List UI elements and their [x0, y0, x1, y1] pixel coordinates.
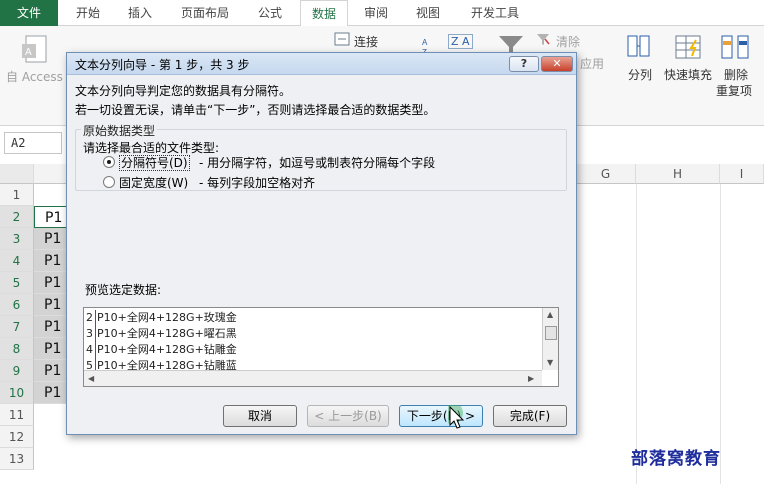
row-header[interactable]: 5: [0, 272, 34, 294]
preview-vertical-scrollbar[interactable]: ▲ ▼: [542, 308, 558, 370]
row-header[interactable]: 6: [0, 294, 34, 316]
column-header-h[interactable]: H: [636, 164, 720, 184]
svg-text:A: A: [422, 38, 428, 47]
preview-label: 预览选定数据:: [85, 283, 162, 297]
scroll-down-icon[interactable]: ▼: [547, 358, 553, 367]
preview-row: 4 P10+全网4+128G+钻雕金: [86, 342, 237, 358]
connections-label[interactable]: 连接: [354, 33, 378, 50]
mouse-cursor-icon: [448, 405, 465, 429]
row-header[interactable]: 8: [0, 338, 34, 360]
scroll-left-icon[interactable]: ◀: [88, 374, 94, 383]
text-to-columns-label[interactable]: 分列: [628, 66, 652, 83]
reapply-label[interactable]: 应用: [580, 55, 604, 72]
remove-duplicates-label-1[interactable]: 删除: [724, 66, 748, 83]
fixed-width-label[interactable]: 固定宽度(W): [119, 174, 188, 191]
back-button[interactable]: < 上一步(B): [307, 405, 389, 427]
delimited-radio[interactable]: [103, 156, 115, 168]
tab-data[interactable]: 数据: [300, 0, 348, 27]
text-to-columns-icon[interactable]: [626, 32, 656, 62]
select-all-corner[interactable]: [0, 164, 34, 184]
dialog-title-bar[interactable]: 文本分列向导 - 第 1 步，共 3 步 ? ✕: [67, 53, 576, 75]
intro-line-2: 若一切设置无误，请单击“下一步”，否则请选择最合适的数据类型。: [75, 103, 436, 117]
fixed-width-description: - 每列字段加空格对齐: [199, 176, 316, 190]
flash-fill-icon[interactable]: [674, 32, 704, 62]
sort-button-label[interactable]: Z A: [448, 34, 473, 49]
close-button[interactable]: ✕: [541, 56, 573, 72]
gridline: [720, 184, 721, 484]
preview-horizontal-scrollbar[interactable]: ◀ ▶: [84, 370, 542, 386]
column-header-i[interactable]: I: [720, 164, 764, 184]
from-access-label[interactable]: 自 Access: [6, 68, 63, 85]
preview-row: 2 P10+全网4+128G+玫瑰金: [86, 310, 237, 326]
ribbon-tab-bar: 文件 开始 插入 页面布局 公式 数据 审阅 视图 开发工具: [0, 0, 764, 27]
finish-button[interactable]: 完成(F): [493, 405, 567, 427]
scroll-thumb[interactable]: [545, 326, 557, 340]
intro-line-1: 文本分列向导判定您的数据具有分隔符。: [75, 84, 292, 98]
tab-home[interactable]: 开始: [66, 0, 110, 26]
row-header[interactable]: 11: [0, 404, 34, 426]
tab-developer[interactable]: 开发工具: [460, 0, 530, 26]
row-header[interactable]: 1: [0, 184, 34, 206]
delimited-label: 分隔符号(D): [119, 155, 190, 171]
name-box[interactable]: A2: [4, 132, 62, 154]
row-header[interactable]: 10: [0, 382, 34, 404]
scroll-right-icon[interactable]: ▶: [528, 374, 534, 383]
gridline: [636, 184, 637, 484]
tab-page-layout[interactable]: 页面布局: [172, 0, 238, 26]
fixed-width-radio[interactable]: [103, 176, 115, 188]
tab-file[interactable]: 文件: [0, 0, 58, 26]
access-db-icon[interactable]: A: [20, 34, 50, 66]
row-header[interactable]: 12: [0, 426, 34, 448]
row-header[interactable]: 7: [0, 316, 34, 338]
help-button[interactable]: ?: [509, 56, 539, 72]
svg-text:A: A: [25, 47, 32, 58]
row-header[interactable]: 4: [0, 250, 34, 272]
preview-row: 3 P10+全网4+128G+曜石黑: [86, 326, 237, 342]
cancel-button[interactable]: 取消: [223, 405, 297, 427]
data-preview-box[interactable]: 2 P10+全网4+128G+玫瑰金 3 P10+全网4+128G+曜石黑 4 P10…: [83, 307, 559, 387]
tab-formulas[interactable]: 公式: [248, 0, 292, 26]
group-legend: 原始数据类型: [81, 122, 158, 139]
tab-insert[interactable]: 插入: [118, 0, 162, 26]
watermark-logo: 部落窝教育: [631, 449, 721, 469]
delimited-option[interactable]: 分隔符号(D): [119, 154, 190, 171]
row-header[interactable]: 13: [0, 448, 34, 470]
tab-review[interactable]: 审阅: [354, 0, 398, 26]
dialog-title: 文本分列向导 - 第 1 步，共 3 步: [75, 58, 250, 72]
delimited-description: - 用分隔字符，如逗号或制表符分隔每个字段: [199, 156, 436, 170]
column-header-g[interactable]: G: [576, 164, 636, 184]
text-to-columns-wizard-dialog: 文本分列向导 - 第 1 步，共 3 步 ? ✕ 文本分列向导判定您的数据具有分…: [66, 52, 577, 435]
flash-fill-label[interactable]: 快速填充: [664, 66, 712, 83]
remove-duplicates-label-2[interactable]: 重复项: [716, 82, 752, 99]
scroll-up-icon[interactable]: ▲: [547, 310, 553, 319]
tab-view[interactable]: 视图: [406, 0, 450, 26]
connections-icon: [334, 32, 350, 46]
row-header[interactable]: 3: [0, 228, 34, 250]
clear-filter-icon: [537, 34, 550, 45]
clear-label[interactable]: 清除: [556, 33, 580, 50]
remove-duplicates-icon[interactable]: [720, 32, 752, 62]
row-header[interactable]: 2: [0, 206, 34, 228]
row-header[interactable]: 9: [0, 360, 34, 382]
